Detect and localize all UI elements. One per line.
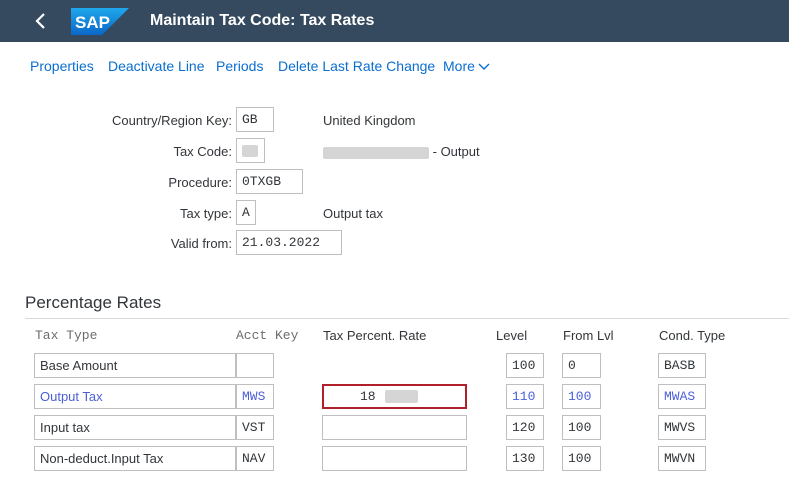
- redacted-value: [242, 144, 258, 157]
- tax-type-cell: Base Amount: [34, 353, 236, 378]
- cond-type-cell: MWVN: [658, 446, 706, 471]
- chevron-down-icon: [478, 63, 490, 71]
- svg-text:SAP: SAP: [75, 13, 110, 32]
- shell-bar: SAP Maintain Tax Code: Tax Rates: [0, 0, 789, 42]
- country-label: Country/Region Key:: [112, 113, 232, 128]
- tax-rate-input[interactable]: 18: [322, 384, 467, 409]
- more-label: More: [443, 58, 475, 74]
- column-header-acct-key: Acct Key: [236, 328, 299, 343]
- from-lvl-cell: 0: [562, 353, 601, 378]
- level-cell: 100: [506, 353, 544, 378]
- back-button[interactable]: [28, 8, 54, 34]
- tax-code-description: - Output: [432, 144, 480, 159]
- acct-key-cell: NAV: [236, 446, 274, 471]
- level-cell: 120: [506, 415, 544, 440]
- acct-key-cell: VST: [236, 415, 274, 440]
- periods-button[interactable]: Periods: [216, 58, 263, 74]
- tax-type-cell: Non-deduct.Input Tax: [34, 446, 236, 471]
- acct-key-cell: MWS: [236, 384, 274, 409]
- page-title: Maintain Tax Code: Tax Rates: [150, 12, 375, 29]
- column-header-tax-type: Tax Type: [35, 328, 98, 343]
- toolbar: Properties Deactivate Line Periods Delet…: [0, 42, 789, 88]
- section-title: Percentage Rates: [25, 293, 162, 312]
- from-lvl-cell: 100: [562, 415, 601, 440]
- cond-type-cell: MWVS: [658, 415, 706, 440]
- tax-type-description: Output tax: [323, 206, 383, 221]
- tax-rate-value: 18: [360, 389, 376, 404]
- tax-type-cell: Input tax: [34, 415, 236, 440]
- tax-type-field[interactable]: A: [236, 200, 256, 225]
- cond-type-cell: BASB: [658, 353, 706, 378]
- column-header-cond-type: Cond. Type: [659, 328, 726, 343]
- cond-type-cell: MWAS: [658, 384, 706, 409]
- from-lvl-cell: 100: [562, 384, 601, 409]
- deactivate-line-button[interactable]: Deactivate Line: [108, 58, 205, 74]
- tax-type-label: Tax type:: [179, 206, 232, 221]
- tax-rate-input[interactable]: [322, 415, 467, 440]
- column-header-level: Level: [496, 328, 528, 343]
- tax-code-label: Tax Code:: [173, 144, 232, 159]
- procedure-field[interactable]: 0TXGB: [236, 169, 303, 194]
- sap-logo: SAP: [71, 8, 129, 35]
- tax-rate-input[interactable]: [322, 446, 467, 471]
- country-description: United Kingdom: [323, 113, 416, 128]
- section-divider: [25, 318, 789, 319]
- tax-type-cell: Output Tax: [34, 384, 236, 409]
- country-field[interactable]: GB: [236, 107, 274, 132]
- level-cell: 110: [506, 384, 544, 409]
- from-lvl-cell: 100: [562, 446, 601, 471]
- acct-key-cell: [236, 353, 274, 378]
- redacted-description: [323, 146, 429, 159]
- tax-code-field[interactable]: [236, 138, 265, 163]
- level-cell: 130: [506, 446, 544, 471]
- properties-button[interactable]: Properties: [30, 58, 94, 74]
- valid-from-field[interactable]: 21.03.2022: [236, 230, 342, 255]
- tax-code-description-row: - Output: [323, 144, 480, 159]
- redacted-decimal: [385, 390, 419, 404]
- procedure-label: Procedure:: [168, 175, 232, 190]
- delete-last-rate-change-button[interactable]: Delete Last Rate Change: [278, 58, 435, 74]
- chevron-left-icon: [35, 13, 45, 29]
- valid-from-label: Valid from:: [170, 236, 232, 251]
- column-header-from-lvl: From Lvl: [563, 328, 614, 343]
- column-header-rate: Tax Percent. Rate: [323, 328, 427, 343]
- more-button[interactable]: More: [443, 58, 490, 74]
